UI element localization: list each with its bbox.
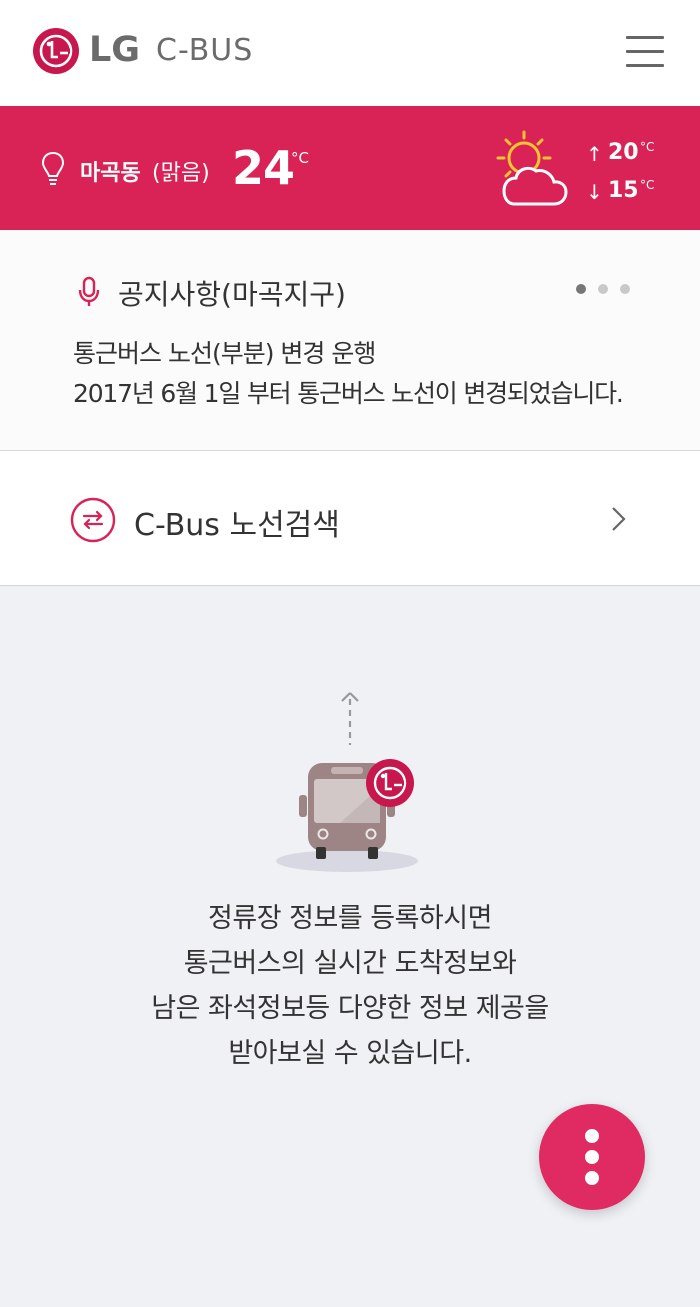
partly-cloudy-icon — [496, 130, 568, 206]
notice-title: 공지사항(마곡지구) — [118, 278, 346, 311]
temperature-unit: °C — [291, 149, 309, 167]
weather-location: 마곡동 — [80, 161, 141, 186]
menu-bar-icon — [626, 50, 664, 53]
low-temperature-unit: °C — [640, 178, 655, 192]
notice-body: 2017년 6월 1일 부터 통근버스 노선이 변경되었습니다. — [73, 379, 624, 408]
high-temperature: 20 — [608, 140, 639, 165]
low-temperature: 15 — [608, 178, 639, 203]
notice-page-dot-2[interactable] — [598, 284, 608, 294]
more-dot-icon — [585, 1171, 599, 1185]
empty-state-line-3: 남은 좌석정보등 다양한 정보 제공을 — [151, 993, 549, 1024]
app-name: C-BUS — [156, 33, 254, 68]
lg-logo-icon — [33, 28, 79, 74]
app-header: LG C-BUS — [0, 0, 700, 106]
hamburger-menu-button[interactable] — [624, 34, 666, 68]
more-dot-icon — [585, 1150, 599, 1164]
brand-name: LG — [89, 30, 141, 70]
route-search-label: C-Bus 노선검색 — [134, 508, 340, 543]
high-temperature-unit: °C — [640, 140, 655, 154]
bus-illustration — [276, 692, 418, 872]
empty-state-line-1: 정류장 정보를 등록하시면 — [208, 903, 492, 934]
more-dot-icon — [585, 1129, 599, 1143]
microphone-icon — [78, 276, 100, 306]
chevron-right-icon — [612, 507, 626, 531]
current-temperature: 24 — [232, 141, 295, 195]
notice-page-dot-3[interactable] — [620, 284, 630, 294]
notice-page-dot-1[interactable] — [576, 284, 586, 294]
weather-condition: (맑음) — [152, 161, 210, 186]
notice-headline: 통근버스 노선(부분) 변경 운행 — [73, 339, 376, 368]
route-swap-icon — [70, 497, 116, 543]
more-options-fab[interactable] — [539, 1104, 645, 1210]
empty-state-line-2: 통근버스의 실시간 도착정보와 — [183, 948, 517, 979]
location-pin-icon — [41, 151, 65, 185]
menu-bar-icon — [626, 36, 664, 39]
menu-bar-icon — [626, 64, 664, 67]
high-arrow-icon: ↑ — [586, 142, 603, 166]
empty-state-line-4: 받아보실 수 있습니다. — [228, 1038, 472, 1069]
low-arrow-icon: ↓ — [586, 180, 603, 204]
